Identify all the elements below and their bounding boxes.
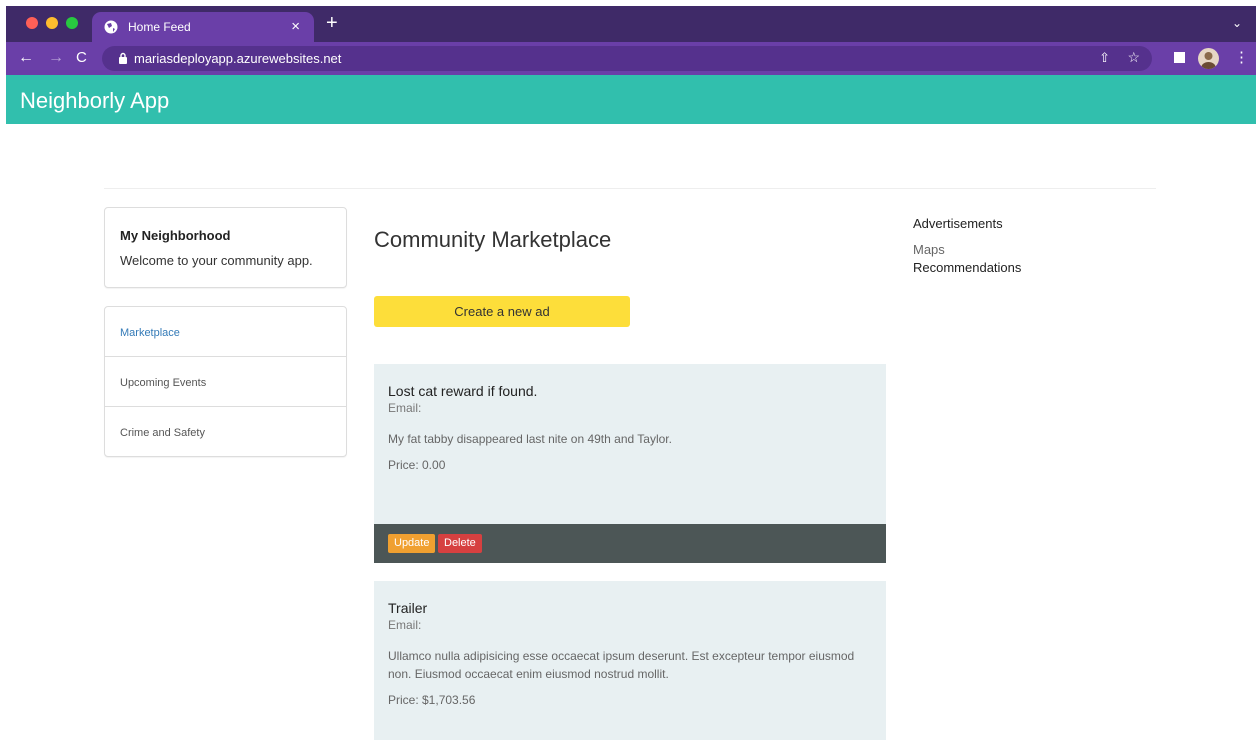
ad-description: My fat tabby disappeared last nite on 49… — [388, 432, 672, 446]
ad-card: Lost cat reward if found. Email: My fat … — [374, 364, 886, 563]
sidebar-item-marketplace[interactable]: Marketplace — [105, 307, 346, 357]
brand-title[interactable]: Neighborly App — [20, 88, 169, 114]
neighborhood-panel: My Neighborhood Welcome to your communit… — [104, 207, 347, 288]
sidebar-item-crime-and-safety[interactable]: Crime and Safety — [105, 407, 346, 457]
ad-title: Lost cat reward if found. — [388, 383, 538, 399]
close-window-button[interactable] — [26, 17, 38, 29]
ad-price: Price: $1,703.56 — [388, 693, 476, 707]
bookmark-star-icon[interactable]: ☆ — [1127, 49, 1140, 66]
app-header: Neighborly App — [6, 75, 1256, 124]
browser-window-chrome: Home Feed × + ⌄ ← → C mariasdeployapp.az… — [6, 6, 1256, 75]
chevron-down-icon[interactable]: ⌄ — [1232, 16, 1242, 30]
share-icon[interactable]: ⇧ — [1099, 50, 1110, 66]
create-ad-button[interactable]: Create a new ad — [374, 296, 630, 327]
ad-actions: Update Delete — [374, 524, 886, 563]
back-arrow-icon[interactable]: ← — [18, 49, 34, 67]
ad-card: Trailer Email: Ullamco nulla adipisicing… — [374, 581, 886, 740]
divider — [104, 188, 1156, 189]
globe-icon — [104, 20, 118, 34]
lock-icon — [119, 52, 127, 64]
update-button[interactable]: Update — [388, 534, 436, 553]
side-panel-icon[interactable] — [1174, 52, 1185, 63]
address-bar[interactable]: mariasdeployapp.azurewebsites.net ⇧ ☆ — [102, 46, 1152, 71]
neighborhood-welcome-text: Welcome to your community app. — [120, 253, 313, 268]
tab-close-icon[interactable]: × — [291, 18, 300, 35]
neighborhood-title: My Neighborhood — [120, 228, 231, 243]
more-menu-icon[interactable]: ⋮ — [1234, 48, 1249, 66]
tab-home-feed[interactable]: Home Feed × — [92, 12, 314, 42]
tab-title: Home Feed — [128, 20, 191, 34]
minimize-window-button[interactable] — [46, 17, 58, 29]
maps-link[interactable]: Maps — [913, 242, 945, 257]
advertisements-title: Advertisements — [913, 216, 1003, 231]
sidebar-item-label: Crime and Safety — [120, 427, 205, 439]
sidebar-nav: Marketplace Upcoming Events Crime and Sa… — [104, 306, 347, 457]
new-tab-button[interactable]: + — [326, 13, 338, 33]
browser-toolbar: ← → C mariasdeployapp.azurewebsites.net … — [6, 42, 1256, 75]
profile-avatar[interactable] — [1198, 48, 1219, 69]
ad-email: Email: — [388, 401, 422, 415]
sidebar-item-label: Upcoming Events — [120, 377, 207, 389]
sidebar-item-label: Marketplace — [120, 327, 180, 339]
forward-arrow-icon[interactable]: → — [48, 49, 64, 67]
ad-description: Ullamco nulla adipisicing esse occaecat … — [388, 649, 855, 681]
url-text[interactable]: mariasdeployapp.azurewebsites.net — [134, 51, 341, 66]
tab-strip: Home Feed × + ⌄ — [6, 6, 1256, 42]
sidebar-item-upcoming-events[interactable]: Upcoming Events — [105, 357, 346, 407]
page-title: Community Marketplace — [374, 227, 612, 252]
delete-button[interactable]: Delete — [438, 534, 482, 553]
ad-title: Trailer — [388, 600, 428, 616]
recommendations-link[interactable]: Recommendations — [913, 260, 1021, 275]
ad-price: Price: 0.00 — [388, 458, 446, 472]
avatar-icon — [1201, 52, 1216, 69]
ad-email: Email: — [388, 618, 422, 632]
maximize-window-button[interactable] — [66, 17, 78, 29]
reload-icon[interactable]: C — [76, 49, 87, 66]
